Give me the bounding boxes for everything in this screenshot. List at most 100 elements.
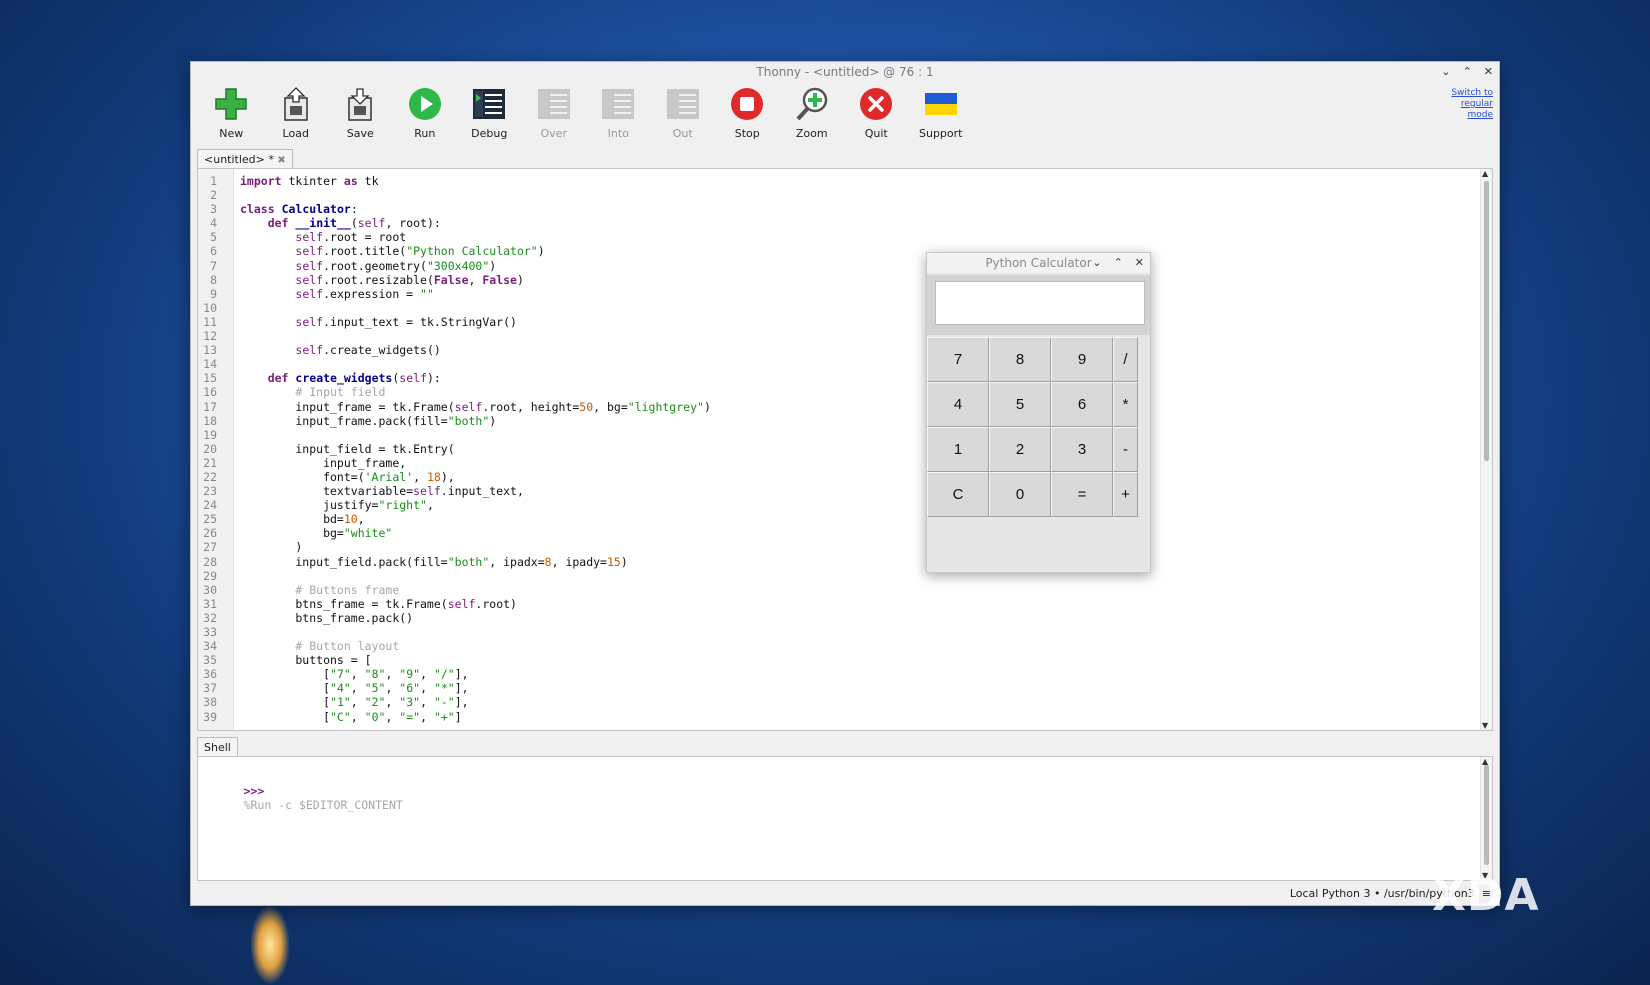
- step-over-icon: [534, 84, 574, 124]
- stop-icon: [727, 84, 767, 124]
- code-line: bd=10,: [240, 512, 365, 527]
- line-number: 12: [203, 329, 217, 344]
- calculator-title: Python Calculator: [985, 256, 1092, 270]
- minimize-icon[interactable]: ⌄: [1441, 62, 1450, 82]
- code-line: self.expression = "": [295, 286, 434, 301]
- line-number: 35: [203, 653, 217, 668]
- code-line: self.root.geometry("300x400"): [295, 258, 497, 273]
- zoom-icon: [792, 84, 832, 124]
- toolbar-button-zoom[interactable]: Zoom: [780, 84, 845, 144]
- toolbar-button-debug[interactable]: Debug: [457, 84, 522, 144]
- calc-button[interactable]: -: [1113, 427, 1138, 472]
- line-number: 31: [203, 596, 217, 611]
- maximize-icon[interactable]: ⌃: [1114, 253, 1123, 273]
- code-line: input_frame.pack(fill="both"): [240, 413, 497, 428]
- line-number: 4: [210, 216, 217, 231]
- code-line: input_frame = tk.Frame(self.root, height…: [240, 399, 711, 414]
- scrollbar-thumb[interactable]: [1484, 181, 1489, 461]
- toolbar-button-out[interactable]: Out: [651, 84, 716, 144]
- calc-button[interactable]: 2: [989, 427, 1051, 472]
- calc-button[interactable]: 4: [927, 382, 989, 427]
- switch-mode-link[interactable]: Switch to regular mode: [1443, 88, 1493, 121]
- toolbar-button-label: Quit: [864, 127, 888, 140]
- line-number: 16: [203, 385, 217, 400]
- calc-button[interactable]: 3: [1051, 427, 1113, 472]
- line-number: 39: [203, 709, 217, 724]
- code-line: self.root.resizable(False, False): [295, 272, 524, 287]
- toolbar-button-over[interactable]: Over: [522, 84, 587, 144]
- calc-button[interactable]: 9: [1051, 337, 1113, 382]
- shell-prompt: >>>: [243, 784, 265, 798]
- window-titlebar: Thonny - <untitled> @ 76 : 1 ⌄ ⌃ ✕: [191, 62, 1499, 82]
- calc-button[interactable]: 5: [989, 382, 1051, 427]
- calculator-display[interactable]: [935, 281, 1145, 325]
- code-line: ["C", "0", "=", "+"]: [240, 709, 462, 724]
- shell-line: >>> %Run -c $EDITOR_CONTENT: [202, 770, 403, 826]
- toolbar-button-run[interactable]: Run: [393, 84, 458, 144]
- tab-untitled[interactable]: <untitled> * ✖: [197, 149, 293, 169]
- code-line: btns_frame.pack(): [240, 610, 414, 625]
- line-number: 5: [210, 230, 217, 245]
- close-icon[interactable]: ✕: [1135, 253, 1144, 273]
- calc-button[interactable]: C: [927, 472, 989, 517]
- scroll-down-icon[interactable]: ▼: [1482, 721, 1488, 730]
- toolbar-button-support[interactable]: Support: [909, 84, 974, 144]
- calc-button[interactable]: =: [1051, 472, 1113, 517]
- line-number: 7: [210, 258, 217, 273]
- tab-title: <untitled>: [204, 153, 265, 166]
- toolbar-button-into[interactable]: Into: [586, 84, 651, 144]
- calc-button[interactable]: +: [1113, 472, 1138, 517]
- scrollbar-thumb[interactable]: [1484, 765, 1489, 865]
- calc-button[interactable]: 7: [927, 337, 989, 382]
- maximize-icon[interactable]: ⌃: [1463, 62, 1472, 82]
- code-area[interactable]: import tkinter as tk class Calculator: d…: [240, 174, 711, 724]
- quit-icon: [856, 84, 896, 124]
- editor-scrollbar[interactable]: ▲ ▼: [1480, 169, 1492, 730]
- line-number: 1: [210, 174, 217, 188]
- tab-shell[interactable]: Shell: [197, 737, 238, 757]
- calc-button[interactable]: 1: [927, 427, 989, 472]
- scroll-up-icon[interactable]: ▲: [1482, 169, 1488, 178]
- code-line: ["7", "8", "9", "/"],: [240, 667, 469, 682]
- toolbar-button-label: Save: [346, 127, 374, 140]
- line-number: 8: [210, 272, 217, 287]
- code-line: bg="white": [240, 526, 393, 541]
- code-line: # Input field: [295, 385, 386, 400]
- code-editor[interactable]: 1 2 3 4 5 6 7 8 9 10 11 12 13 14 15 16 17 18 19 20 21 22 23 24 2…: [197, 168, 1493, 731]
- toolbar-button-label: Out: [672, 127, 693, 140]
- code-line: class Calculator:: [240, 202, 358, 217]
- toolbar-button-new[interactable]: New: [199, 84, 264, 144]
- line-number: 29: [203, 568, 217, 583]
- line-number: 37: [203, 681, 217, 696]
- toolbar-button-quit[interactable]: Quit: [844, 84, 909, 144]
- line-number: 17: [203, 399, 217, 414]
- code-line: import tkinter as tk: [240, 174, 379, 188]
- toolbar-button-label: Run: [414, 127, 436, 140]
- shell-panel[interactable]: >>> %Run -c $EDITOR_CONTENT ▲ ▼: [197, 756, 1493, 881]
- code-line: input_field = tk.Entry(: [240, 441, 455, 456]
- toolbar-button-label: Over: [540, 127, 567, 140]
- calc-button[interactable]: 6: [1051, 382, 1113, 427]
- calc-button[interactable]: 8: [989, 337, 1051, 382]
- close-icon[interactable]: ✕: [1484, 62, 1493, 82]
- line-number: 21: [203, 455, 217, 470]
- lantern-glow: [250, 905, 290, 985]
- minimize-icon[interactable]: ⌄: [1092, 253, 1101, 273]
- line-number: 33: [203, 625, 217, 639]
- code-line: self.root = root: [295, 230, 407, 245]
- toolbar-button-stop[interactable]: Stop: [715, 84, 780, 144]
- code-line: # Buttons frame: [295, 582, 400, 597]
- toolbar-button-save[interactable]: Save: [328, 84, 393, 144]
- calc-button[interactable]: *: [1113, 382, 1138, 427]
- shell-scrollbar[interactable]: ▲ ▼: [1480, 757, 1492, 880]
- toolbar-button-label: Into: [607, 127, 629, 140]
- xda-watermark: XDA: [1432, 870, 1540, 921]
- tab-close-icon[interactable]: ✖: [277, 155, 285, 166]
- toolbar-button-load[interactable]: Load: [264, 84, 329, 144]
- calc-button[interactable]: 0: [989, 472, 1051, 517]
- line-number: 38: [203, 695, 217, 710]
- calc-button[interactable]: /: [1113, 337, 1138, 382]
- code-line: justify="right",: [240, 498, 434, 513]
